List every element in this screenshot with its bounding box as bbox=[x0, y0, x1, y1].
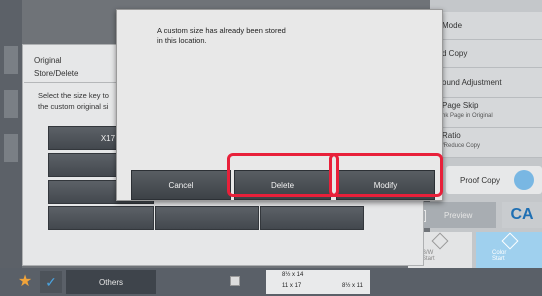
paper-tray-info[interactable]: 8½ x 14 11 x 17 8½ x 11 bbox=[266, 270, 370, 294]
dialog-message-line2: in this location. bbox=[157, 36, 207, 45]
color-start-label: Color Start bbox=[492, 250, 507, 262]
cancel-button[interactable]: Cancel bbox=[131, 170, 231, 200]
side-item-ratio-label: Ratio bbox=[442, 131, 461, 140]
clear-all-button[interactable]: CA bbox=[502, 202, 542, 228]
paper-size-1: 8½ x 14 bbox=[282, 272, 304, 278]
side-item-ratio[interactable]: Ratio/Reduce Copy bbox=[436, 128, 542, 158]
paper-size-3: 8½ x 11 bbox=[342, 283, 363, 289]
side-item-page-skip-sub: nk Page in Original bbox=[442, 113, 493, 119]
panel-title-line2: Store/Delete bbox=[34, 69, 79, 78]
panel-divider bbox=[24, 82, 116, 83]
delete-highlight bbox=[227, 153, 339, 197]
color-start-button[interactable]: Color Start bbox=[476, 232, 542, 268]
modify-highlight bbox=[329, 153, 443, 197]
proof-copy-button[interactable]: Proof Copy bbox=[446, 166, 542, 194]
left-strip-item[interactable] bbox=[4, 90, 18, 118]
side-item-adjustment-label: ound Adjustment bbox=[442, 78, 502, 87]
side-item-mode-label: Mode bbox=[442, 21, 463, 30]
side-item-copy-label: d Copy bbox=[442, 49, 468, 58]
confirmation-dialog: A custom size has already been stored in… bbox=[116, 9, 443, 201]
side-item-page-skip-label: Page Skip bbox=[442, 101, 479, 110]
color-start-icon bbox=[501, 232, 519, 250]
left-strip-item[interactable] bbox=[4, 46, 18, 74]
clear-all-label: CA bbox=[510, 206, 534, 223]
panel-title: Original Store/Delete bbox=[34, 54, 78, 80]
panel-instruction: Select the size key to the custom origin… bbox=[38, 90, 109, 112]
side-item-copy[interactable]: d Copy bbox=[436, 40, 542, 68]
size-key-4[interactable] bbox=[48, 206, 154, 230]
instruction-line1: Select the size key to bbox=[38, 91, 109, 100]
proof-copy-icon bbox=[514, 170, 534, 190]
side-item-adjustment[interactable]: ound Adjustment bbox=[436, 68, 542, 98]
dialog-message-line1: A custom size has already been stored bbox=[157, 26, 286, 35]
side-item-page-skip[interactable]: Page Skip nk Page in Original bbox=[436, 98, 542, 128]
proof-copy-label: Proof Copy bbox=[460, 176, 501, 185]
left-strip-item[interactable] bbox=[4, 134, 18, 162]
side-item-ratio-sub: /Reduce Copy bbox=[442, 143, 481, 149]
instruction-line2: the custom original si bbox=[38, 102, 109, 111]
cancel-label: Cancel bbox=[168, 180, 194, 190]
check-icon[interactable]: ✓ bbox=[40, 271, 62, 293]
preview-label: Preview bbox=[444, 211, 473, 220]
bw-start-icon bbox=[431, 232, 449, 250]
size-key-5[interactable] bbox=[155, 206, 259, 230]
panel-title-line1: Original bbox=[34, 56, 62, 65]
others-label: Others bbox=[98, 277, 123, 287]
side-item-mode[interactable]: Mode bbox=[436, 12, 542, 40]
others-button[interactable]: Others bbox=[66, 270, 156, 294]
tray-icon bbox=[230, 276, 240, 286]
dialog-message: A custom size has already been stored in… bbox=[157, 26, 286, 46]
paper-size-2: 11 x 17 bbox=[282, 283, 302, 289]
size-key-6[interactable] bbox=[260, 206, 364, 230]
favorites-star-icon[interactable]: ★ bbox=[14, 271, 36, 293]
